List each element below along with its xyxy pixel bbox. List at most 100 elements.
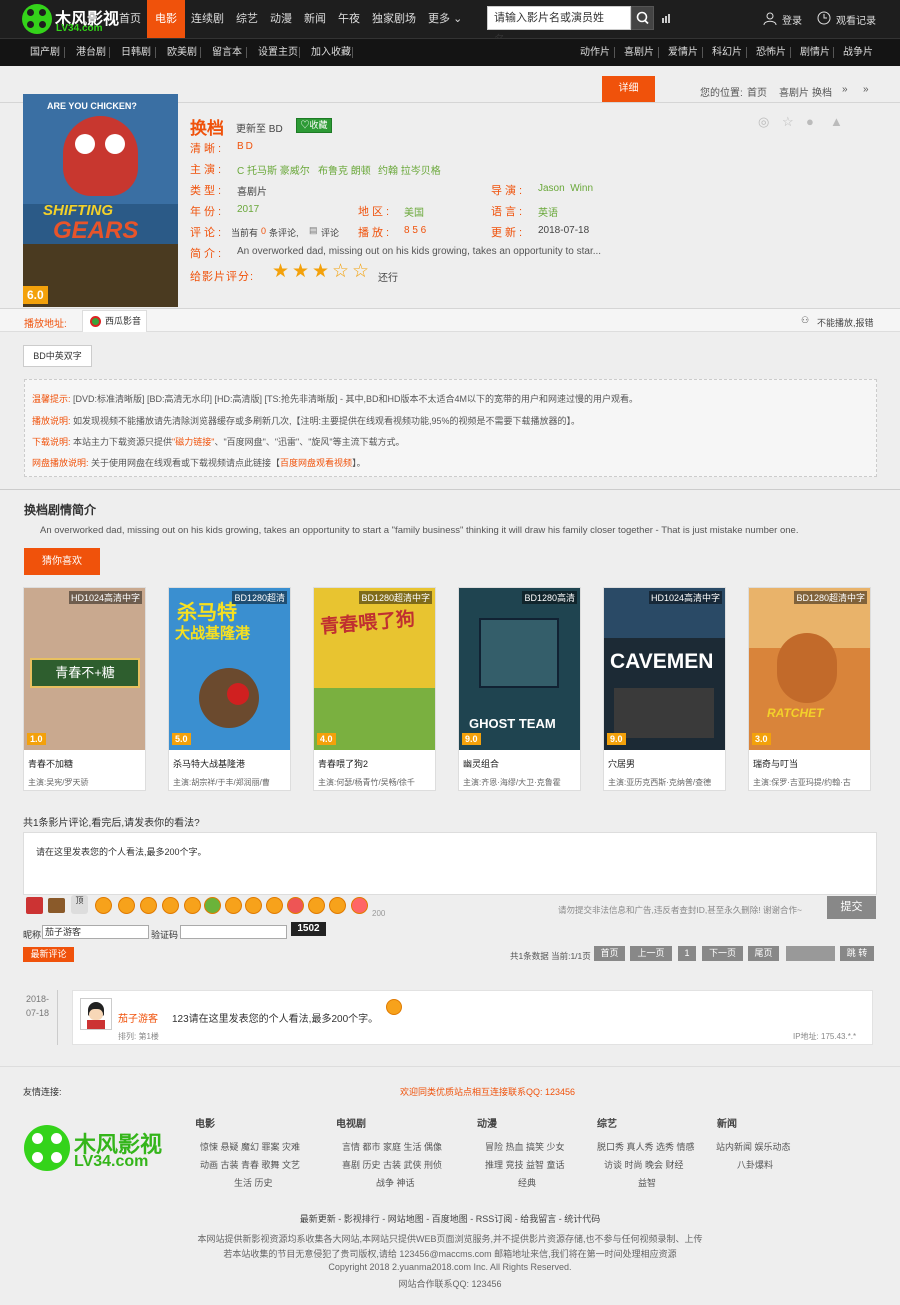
emoji-icon[interactable] <box>26 897 43 914</box>
subnav-guestbook[interactable]: 留言本 <box>212 39 242 66</box>
subnav-cn[interactable]: 国产剧 <box>30 39 60 66</box>
emoji-icon[interactable] <box>329 897 346 914</box>
nav-variety[interactable]: 综艺 <box>230 0 264 38</box>
card-title[interactable]: 青春不加糖 <box>28 757 73 770</box>
movie-card[interactable]: 青春喂了狗 BD1280超清中字 4.0 青春喂了狗2 主演:何瑟/杨青竹/吴畅/徐千 <box>313 587 436 791</box>
subnav-comedy[interactable]: 喜剧片 <box>624 39 654 66</box>
star-empty-icon[interactable]: ☆ <box>352 262 369 282</box>
movie-poster[interactable]: ARE YOU CHICKEN? SHIFTING GEARS 6.0 <box>23 94 178 307</box>
subnav-sethome[interactable]: 设置主页 <box>258 39 298 66</box>
nav-more[interactable]: 更多 ⌄ <box>422 0 468 38</box>
footer-links[interactable]: 动画 古装 青春 歌舞 文艺 <box>200 1158 300 1171</box>
subnav-action[interactable]: 动作片 <box>580 39 610 66</box>
emoji-icon[interactable] <box>184 897 201 914</box>
emoji-icon[interactable] <box>245 897 262 914</box>
wechat-icon[interactable]: ● <box>806 114 814 129</box>
page-prev[interactable]: 上一页 <box>630 946 672 961</box>
nav-home[interactable]: 首页 <box>113 0 147 38</box>
star-icon[interactable]: ★ <box>312 262 329 282</box>
subnav-bookmark[interactable]: 加入收藏 <box>311 39 351 66</box>
friend-links-ad[interactable]: 欢迎同类优质站点相互连接联系QQ: 123456 <box>400 1085 575 1098</box>
subnav-horror[interactable]: 恐怖片 <box>756 39 786 66</box>
page-jump-button[interactable]: 跳 转 <box>840 946 874 961</box>
footer-links[interactable]: 言情 都市 家庭 生活 偶像 <box>342 1140 442 1153</box>
latest-comments-tab[interactable]: 最新评论 <box>23 947 74 962</box>
subnav-scifi[interactable]: 科幻片 <box>712 39 742 66</box>
card-title[interactable]: 瑞奇与叮当 <box>753 757 798 770</box>
card-title[interactable]: 青春喂了狗2 <box>318 757 368 770</box>
report-link[interactable]: 不能播放,报错 <box>817 316 874 329</box>
footer-links[interactable]: 访谈 时尚 晚会 财经 <box>604 1158 684 1171</box>
detail-tab-button[interactable]: 详细 <box>602 76 655 102</box>
year-value[interactable]: 2017 <box>237 204 259 215</box>
page-jump-input[interactable] <box>786 946 835 961</box>
subnav-hktw[interactable]: 港台剧 <box>76 39 106 66</box>
crumb-title[interactable]: 换档 <box>812 84 832 99</box>
actor-link[interactable]: 布鲁克 朗顿 <box>318 162 371 177</box>
emoji-icon[interactable] <box>95 897 112 914</box>
crumb-category[interactable]: 喜剧片 <box>779 84 809 99</box>
emoji-icon[interactable] <box>162 897 179 914</box>
nav-exclusive[interactable]: 独家剧场 <box>366 0 422 38</box>
emoji-icon[interactable] <box>118 897 135 914</box>
page-first[interactable]: 首页 <box>594 946 625 961</box>
emoji-icon[interactable] <box>266 897 283 914</box>
emoji-icon[interactable]: 顶 <box>71 895 88 914</box>
footer-logo[interactable]: 木风影视 LV34.com <box>24 1125 174 1175</box>
nav-news[interactable]: 新闻 <box>298 0 332 38</box>
emoji-icon[interactable] <box>287 897 304 914</box>
actor-link[interactable]: C 托马斯 豪威尔 <box>237 162 310 177</box>
source-tab-xigua[interactable]: 西瓜影音 <box>82 310 147 332</box>
emoji-icon[interactable] <box>140 897 157 914</box>
footer-links[interactable]: 八卦爆料 <box>737 1158 773 1171</box>
footer-col-title[interactable]: 电影 <box>195 1115 215 1130</box>
movie-card[interactable]: RATCHET BD1280超清中字 3.0 瑞奇与叮当 主演:保罗·吉亚玛提/约翰·古 <box>748 587 871 791</box>
footer-links[interactable]: 惊悚 悬疑 魔幻 罪案 灾难 <box>200 1140 300 1153</box>
card-title[interactable]: 杀马特大战基隆港 <box>173 757 245 770</box>
favorite-button[interactable]: ♡收藏 <box>296 118 332 133</box>
emoji-icon[interactable] <box>308 897 325 914</box>
footer-links[interactable]: 推理 竞技 益智 童话 <box>485 1158 565 1171</box>
movie-card[interactable]: 杀马特 大战基隆港 BD1280超清 5.0 杀马特大战基隆港 主演:胡宗祥/于丰/郑润丽… <box>168 587 291 791</box>
subnav-west[interactable]: 欧美剧 <box>167 39 197 66</box>
footer-nav[interactable]: 最新更新 - 影视排行 - 网站地图 - 百度地图 - RSS订阅 - 给我留言… <box>0 1212 900 1225</box>
footer-links[interactable]: 喜剧 历史 古装 武侠 刑侦 <box>342 1158 442 1171</box>
subnav-drama[interactable]: 剧情片 <box>800 39 830 66</box>
star-icon[interactable]: ★ <box>292 262 309 282</box>
emoji-icon[interactable] <box>351 897 368 914</box>
nav-series[interactable]: 连续剧 <box>185 0 230 38</box>
search-input[interactable]: 请输入影片名或演员姓名。 <box>487 6 631 46</box>
nav-anime[interactable]: 动漫 <box>264 0 298 38</box>
comment-textarea[interactable]: 请在这里发表您的个人看法,最多200个字。 <box>23 832 877 895</box>
history-link[interactable]: 观看记录 <box>836 12 876 27</box>
nickname-input[interactable]: 茄子游客 <box>42 925 149 939</box>
director-link[interactable]: Jason Winn <box>538 183 593 194</box>
comment-user[interactable]: 茄子游客 <box>118 1010 158 1025</box>
login-link[interactable]: 登录 <box>782 12 802 27</box>
nav-movie[interactable]: 电影 <box>147 0 185 38</box>
movie-card[interactable]: CAVEMEN HD1024高清中字 9.0 穴居男 主演:亚历克西斯·克纳普/查德 <box>603 587 726 791</box>
card-title[interactable]: 穴居男 <box>608 757 635 770</box>
captcha-input[interactable] <box>180 925 287 939</box>
nav-midnight[interactable]: 午夜 <box>332 0 366 38</box>
lang-value[interactable]: 英语 <box>538 204 558 219</box>
actor-link[interactable]: 约翰 拉岑贝格 <box>378 162 441 177</box>
search-button[interactable] <box>631 6 654 30</box>
signal-icon[interactable] <box>662 13 672 23</box>
star-empty-icon[interactable]: ☆ <box>332 262 349 282</box>
footer-links[interactable]: 益智 <box>638 1176 656 1189</box>
area-value[interactable]: 美国 <box>404 204 424 219</box>
footer-col-title[interactable]: 电视剧 <box>336 1115 366 1130</box>
footer-links[interactable]: 生活 历史 <box>234 1176 273 1189</box>
crumb-home[interactable]: 首页 <box>747 84 767 99</box>
subnav-romance[interactable]: 爱情片 <box>668 39 698 66</box>
qq-icon[interactable]: ▲ <box>830 114 843 129</box>
star-share-icon[interactable]: ☆ <box>782 114 794 130</box>
footer-links[interactable]: 脱口秀 真人秀 选秀 情感 <box>597 1140 695 1153</box>
footer-links[interactable]: 经典 <box>518 1176 536 1189</box>
logo-icon[interactable] <box>22 4 52 34</box>
movie-card[interactable]: 青春不+糖 HD1024高清中字 1.0 青春不加糖 主演:吴宪/罗天骄 <box>23 587 146 791</box>
page-last[interactable]: 尾页 <box>748 946 779 961</box>
captcha-image[interactable]: 1502 <box>291 922 326 936</box>
footer-col-title[interactable]: 新闻 <box>717 1115 737 1130</box>
